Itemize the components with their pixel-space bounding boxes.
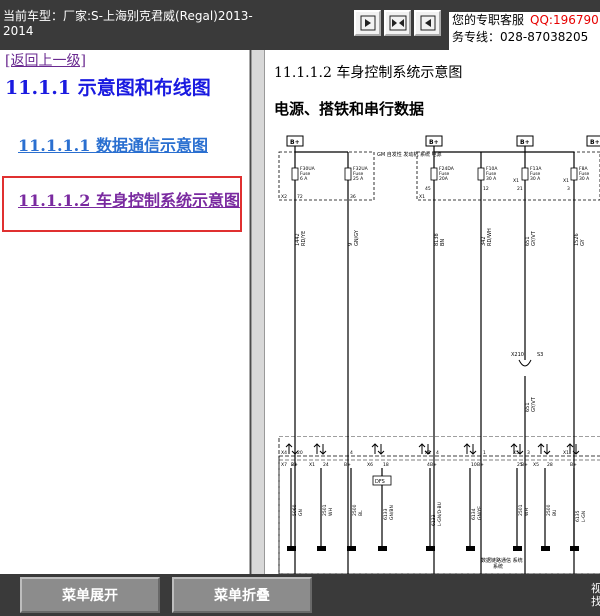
arrow-left-icon <box>360 15 375 31</box>
bottom-pin: 18 <box>383 462 389 468</box>
bottom-wire-circuit: 2500 <box>546 504 552 516</box>
tree-item-level2[interactable]: 11.1.1.1 数据通信示意图 <box>18 135 243 157</box>
wire-color-1: RD/YE <box>301 231 307 246</box>
module-note: GM 自发性 发动机 系统 电源 <box>377 151 442 158</box>
menu-collapse-button[interactable]: 菜单折叠 <box>172 577 312 613</box>
bottom-wire-color: BL <box>358 510 364 516</box>
fuse-rating-5: 30 A <box>530 176 541 182</box>
bottom-pin: X5 <box>533 462 539 468</box>
wire-color-6: GY <box>580 238 586 246</box>
bottom-wire-circuit: 6133 <box>431 514 437 526</box>
arrow-right-icon <box>420 15 435 31</box>
bottom-wire-circuit: 6133 <box>383 508 389 520</box>
pin-label: 3 <box>567 186 570 192</box>
pin-label: 72 <box>297 194 303 200</box>
footer-bar: 菜单展开 菜单折叠 视 找 <box>0 574 600 616</box>
pin-label: X1 <box>419 194 425 200</box>
pin-label: X1 <box>513 178 519 184</box>
wire-color-3: BN <box>440 239 446 246</box>
bottom-wire-color: L-GN <box>581 511 587 522</box>
bplus-box-1: B+ <box>290 139 300 146</box>
bottom-wire-circuit: 5060 <box>292 504 298 516</box>
tree-item-level1[interactable]: 11.1.1 示意图和布线图 <box>5 76 245 100</box>
tree-item-level3-selected[interactable]: 11.1.1.2 车身控制系统示意图 <box>18 190 244 212</box>
double-arrow-icon <box>389 15 406 31</box>
fuse-rating-6: 30 A <box>579 176 590 182</box>
pane-splitter[interactable] <box>251 50 265 574</box>
bottom-wire-color: BU <box>552 510 558 516</box>
bplus-box-4: B+ <box>590 139 600 146</box>
lower-wire-color: GY/VT <box>531 396 537 412</box>
back-link[interactable]: [返回上一级] <box>5 50 86 70</box>
bottom-wire-color: GN/BN <box>389 505 395 520</box>
fuse-rating-4: 30 A <box>486 176 497 182</box>
wiring-schematic-lower: X7 23 X1 24 X6 18 4 10 25 X5 28 DFS 5060… <box>278 436 600 574</box>
bottom-pin: 23 <box>291 462 297 468</box>
bottom-pin: 28 <box>547 462 553 468</box>
navigation-tree-pane: [返回上一级] 11.1.1 示意图和布线图 11.1.1.1 数据通信示意图 … <box>0 50 250 574</box>
nav-button-group <box>354 10 441 36</box>
service-label: 您的专职客服 <box>452 13 525 27</box>
bottom-wire-color: WH <box>524 508 530 516</box>
previous-button[interactable] <box>354 10 381 36</box>
splice-label: X210 <box>511 352 524 358</box>
bottom-pin: X7 <box>281 462 287 468</box>
bottom-pin: 25 <box>517 462 523 468</box>
fuse-rating-3: 20A <box>439 176 449 182</box>
expand-button[interactable] <box>384 10 411 36</box>
bottom-pin: X6 <box>367 462 373 468</box>
dfs-label: DFS <box>375 479 385 485</box>
fuse-rating-1: 6 A <box>300 176 308 182</box>
menu-expand-button[interactable]: 菜单展开 <box>20 577 160 613</box>
wire-color-2: GN/GY <box>354 229 360 246</box>
next-button[interactable] <box>414 10 441 36</box>
bottom-wire-color: L-GN/D-BU <box>437 502 443 526</box>
bottom-wire-circuit: 2501 <box>322 504 328 516</box>
pin-label: X2 <box>281 194 287 200</box>
bottom-caption-2: 系统 <box>493 563 503 570</box>
bottom-wire-circuit: 6134 <box>471 508 477 520</box>
splice-pin: S3 <box>537 352 543 358</box>
pin-label: 12 <box>483 186 489 192</box>
vehicle-line-2: 2014 <box>3 24 34 38</box>
pin-label: 45 <box>425 186 431 192</box>
document-subtitle: 电源、搭铁和串行数据 <box>274 100 425 118</box>
pin-label: X1 <box>563 178 569 184</box>
bottom-pin: 24 <box>323 462 329 468</box>
document-title: 11.1.1.2 车身控制系统示意图 <box>274 65 463 81</box>
bottom-wire-color: WH <box>328 508 334 516</box>
bottom-pin: 10 <box>471 462 477 468</box>
wire-color-5: GY/VT <box>531 230 537 246</box>
bplus-box-2: B+ <box>429 139 439 146</box>
pin-label: 21 <box>517 186 523 192</box>
header-bar: 当前车型：厂家:S-上海别克君威(Regal)2013- 2014 您的专职客服… <box>0 0 600 50</box>
footer-side-text: 视 找 <box>591 582 600 608</box>
bplus-box-3: B+ <box>520 139 530 146</box>
bottom-wire-color: GN/YE <box>477 506 483 520</box>
qq-number[interactable]: QQ:196790 <box>530 13 599 27</box>
current-vehicle-label: 当前车型：厂家:S-上海别克君威(Regal)2013- 2014 <box>3 9 285 39</box>
bottom-pin: X1 <box>309 462 315 468</box>
bottom-wire-circuit: 6135 <box>575 510 581 522</box>
vehicle-line-1: 当前车型：厂家:S-上海别克君威(Regal)2013- <box>3 9 253 23</box>
bottom-wire-circuit: 2501 <box>518 504 524 516</box>
service-hotline: 务专线：028-87038205 <box>452 30 589 44</box>
pin-label: 36 <box>350 194 356 200</box>
bottom-pin: 4 <box>427 462 430 468</box>
customer-service-info: 您的专职客服 QQ:196790 务专线：028-87038205 <box>449 12 600 50</box>
bottom-wire-color: GN <box>298 509 304 516</box>
fuse-rating-2: 25 A <box>353 176 364 182</box>
wire-color-4: RD/WH <box>487 228 493 246</box>
bottom-caption: 数据链路通信 系统 <box>481 557 523 564</box>
bottom-wire-circuit: 2500 <box>352 504 358 516</box>
